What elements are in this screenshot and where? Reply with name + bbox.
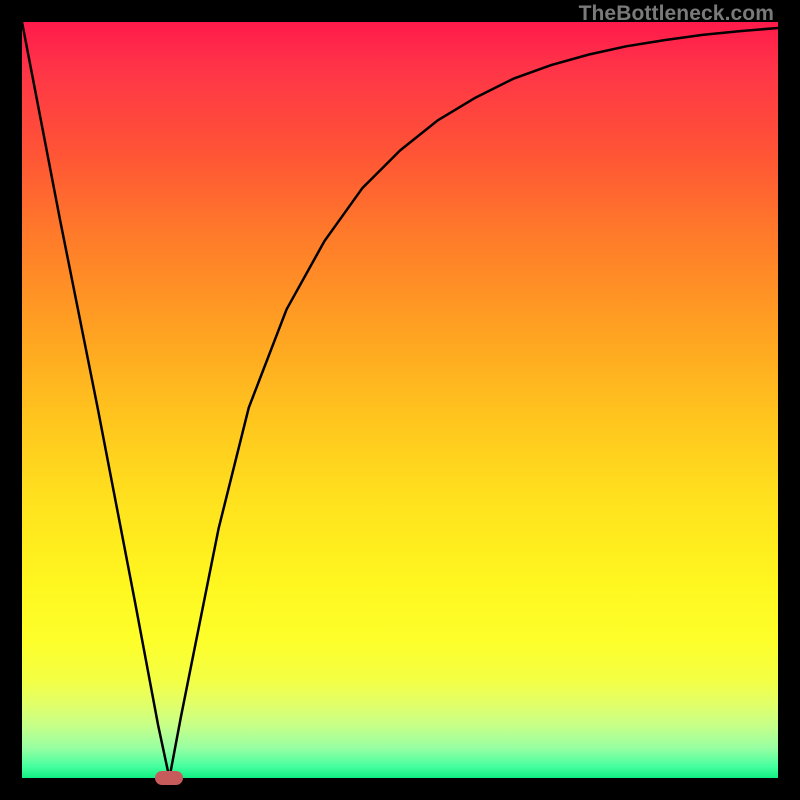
chart-frame — [22, 22, 778, 778]
min-marker — [155, 771, 183, 785]
bottleneck-curve — [22, 22, 778, 778]
curve-layer — [22, 22, 778, 778]
